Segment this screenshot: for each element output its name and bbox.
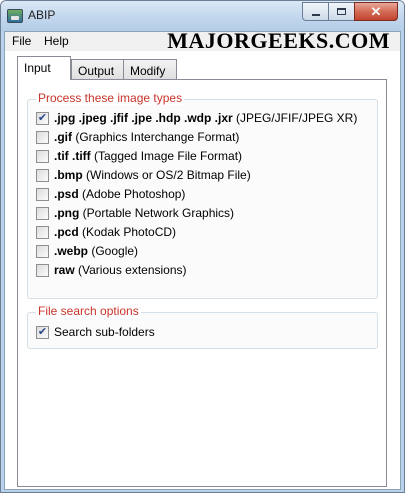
image-type-option[interactable]: ✔ .jpg .jpeg .jfif .jpe .hdp .wdp .jxr (J…: [36, 110, 357, 126]
image-type-description: (Tagged Image File Format): [90, 149, 243, 163]
check-icon: ✔: [37, 111, 48, 124]
search-options-group: File search options ✔ Search sub-folders: [27, 304, 378, 349]
image-type-description: (Graphics Interchange Format): [72, 130, 240, 144]
image-type-option[interactable]: .bmp (Windows or OS/2 Bitmap File): [36, 167, 251, 183]
maximize-button[interactable]: [328, 2, 355, 21]
app-window: ABIP ✕ File Help MAJORGEEKS.COM Input Ou…: [0, 0, 405, 493]
image-type-description: (Windows or OS/2 Bitmap File): [82, 168, 251, 182]
image-type-option[interactable]: .psd (Adobe Photoshop): [36, 186, 185, 202]
image-type-checkbox[interactable]: [36, 263, 49, 277]
image-type-extension: raw: [54, 263, 75, 277]
watermark-logo: MAJORGEEKS.COM: [167, 28, 390, 53]
image-type-label: .jpg .jpeg .jfif .jpe .hdp .wdp .jxr (JP…: [54, 111, 357, 125]
image-type-description: (Kodak PhotoCD): [78, 225, 177, 239]
image-type-description: (Various extensions): [74, 263, 187, 277]
image-type-description: (Portable Network Graphics): [79, 206, 235, 220]
image-type-option[interactable]: raw (Various extensions): [36, 262, 187, 278]
search-options-title: File search options: [36, 304, 141, 318]
image-type-description: (Google): [88, 244, 139, 258]
image-type-option[interactable]: .png (Portable Network Graphics): [36, 205, 234, 221]
image-type-label: .pcd (Kodak PhotoCD): [54, 225, 176, 239]
image-type-checkbox[interactable]: [36, 206, 49, 220]
menu-file[interactable]: File: [9, 34, 34, 48]
image-type-checkbox[interactable]: [36, 244, 49, 258]
tab-panel-input: Process these image types ✔ .jpg .jpeg .j…: [17, 79, 387, 487]
image-type-label: .psd (Adobe Photoshop): [54, 187, 185, 201]
image-type-extension: .jpg .jpeg .jfif .jpe .hdp .wdp .jxr: [54, 111, 233, 125]
search-subfolders-option[interactable]: ✔ Search sub-folders: [36, 324, 155, 340]
image-types-group: Process these image types ✔ .jpg .jpeg .j…: [27, 91, 378, 299]
check-icon: ✔: [37, 325, 48, 338]
image-type-extension: .webp: [54, 244, 89, 258]
image-type-label: raw (Various extensions): [54, 263, 187, 277]
search-subfolders-label: Search sub-folders: [54, 325, 155, 339]
maximize-icon: [337, 8, 346, 15]
menu-bar: File Help MAJORGEEKS.COM: [5, 28, 400, 53]
image-type-option[interactable]: .gif (Graphics Interchange Format): [36, 129, 239, 145]
image-type-label: .webp (Google): [54, 244, 138, 258]
title-bar[interactable]: ABIP ✕: [1, 1, 404, 31]
search-subfolders-checkbox[interactable]: ✔: [36, 325, 49, 339]
image-type-option[interactable]: .webp (Google): [36, 243, 138, 259]
image-type-checkbox[interactable]: ✔: [36, 111, 49, 125]
image-type-checkbox[interactable]: [36, 168, 49, 182]
minimize-button[interactable]: [302, 2, 329, 21]
tab-modify[interactable]: Modify: [123, 59, 177, 81]
tab-input[interactable]: Input: [17, 56, 71, 80]
menu-help[interactable]: Help: [41, 34, 72, 48]
image-type-label: .tif .tiff (Tagged Image File Format): [54, 149, 242, 163]
image-type-extension: .gif: [54, 130, 72, 144]
image-type-description: (JPEG/JFIF/JPEG XR): [232, 111, 358, 125]
image-type-extension: .tif .tiff: [54, 149, 91, 163]
image-type-label: .gif (Graphics Interchange Format): [54, 130, 239, 144]
image-type-option[interactable]: .pcd (Kodak PhotoCD): [36, 224, 176, 240]
image-type-extension: .psd: [54, 187, 79, 201]
minimize-icon: [311, 13, 320, 16]
image-type-label: .png (Portable Network Graphics): [54, 206, 234, 220]
image-type-description: (Adobe Photoshop): [78, 187, 186, 201]
image-type-checkbox[interactable]: [36, 130, 49, 144]
close-button[interactable]: ✕: [354, 2, 398, 21]
close-icon: ✕: [370, 3, 382, 19]
caption-buttons: ✕: [302, 2, 398, 22]
window-title: ABIP: [28, 8, 56, 22]
client-area: File Help MAJORGEEKS.COM Input Output Mo…: [4, 28, 401, 490]
image-type-label: .bmp (Windows or OS/2 Bitmap File): [54, 168, 251, 182]
image-type-extension: .png: [54, 206, 80, 220]
image-type-checkbox[interactable]: [36, 187, 49, 201]
image-types-title: Process these image types: [36, 91, 185, 105]
image-type-checkbox[interactable]: [36, 149, 49, 163]
tab-output[interactable]: Output: [71, 59, 124, 81]
image-type-option[interactable]: .tif .tiff (Tagged Image File Format): [36, 148, 242, 164]
image-type-checkbox[interactable]: [36, 225, 49, 239]
image-type-extension: .pcd: [54, 225, 79, 239]
app-icon: [7, 9, 23, 23]
image-type-extension: .bmp: [54, 168, 83, 182]
